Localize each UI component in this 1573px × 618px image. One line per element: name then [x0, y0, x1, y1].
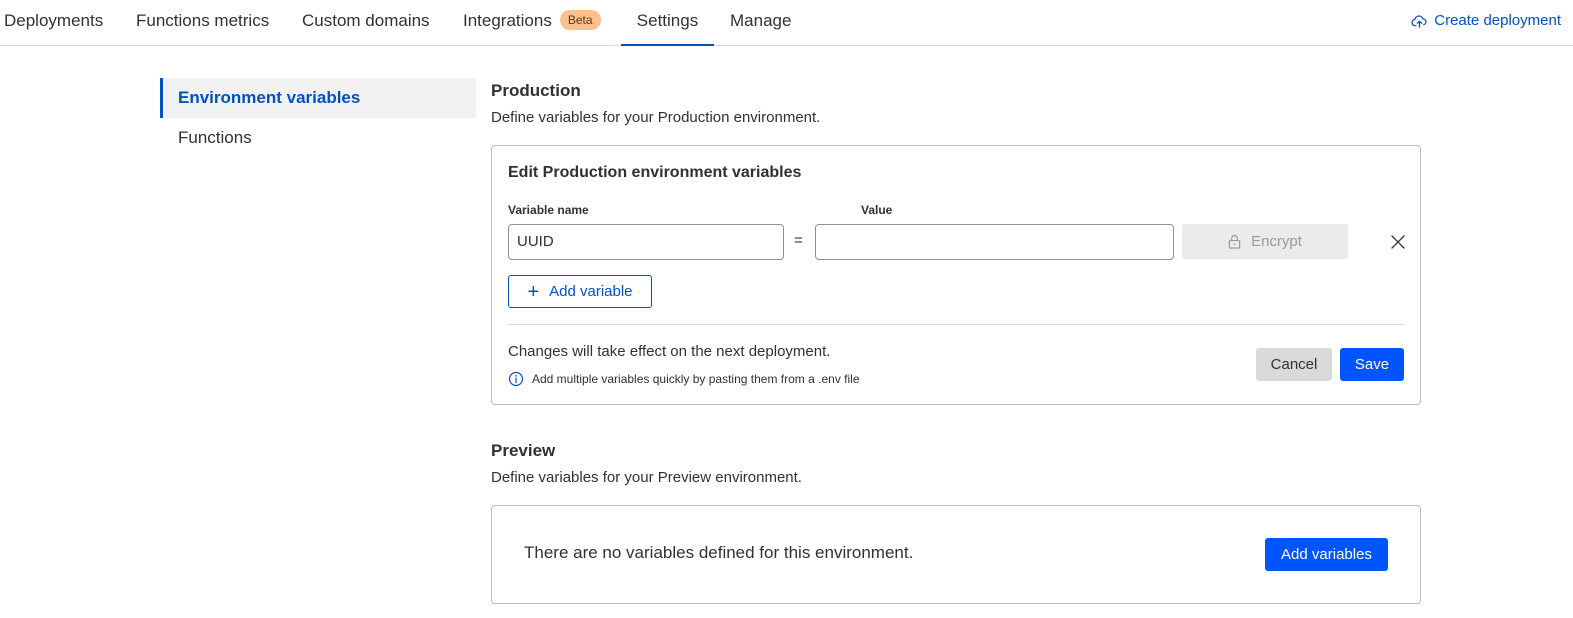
empty-state-message: There are no variables defined for this … [524, 543, 914, 562]
changes-note: Changes will take effect on the next dep… [508, 343, 831, 360]
tab-settings[interactable]: Settings [621, 0, 714, 46]
preview-variables-card: There are no variables defined for this … [491, 505, 1421, 604]
tab-manage[interactable]: Manage [730, 0, 791, 46]
equals-sign: = [794, 232, 803, 249]
top-navigation: Deployments Functions metrics Custom dom… [0, 0, 1573, 46]
card-divider [508, 324, 1404, 325]
tab-integrations-label: Integrations [463, 11, 552, 30]
close-icon[interactable] [1388, 232, 1408, 252]
info-icon [508, 371, 524, 387]
env-paste-hint: Add multiple variables quickly by pastin… [508, 371, 860, 387]
plus-icon: + [527, 280, 540, 303]
lock-icon [1228, 234, 1241, 249]
encrypt-label: Encrypt [1251, 233, 1302, 250]
save-button[interactable]: Save [1340, 348, 1404, 381]
sidebar-item-environment-variables[interactable]: Environment variables [160, 78, 476, 118]
value-label: Value [861, 203, 893, 217]
variable-name-input[interactable]: UUID [508, 224, 784, 260]
main-content: Production Define variables for your Pro… [491, 78, 1421, 604]
production-section: Production Define variables for your Pro… [491, 78, 1421, 405]
edit-card-title: Edit Production environment variables [508, 164, 802, 181]
preview-title: Preview [491, 441, 556, 460]
edit-production-card: Edit Production environment variables Va… [491, 145, 1421, 405]
production-title: Production [491, 81, 581, 100]
add-variables-button[interactable]: Add variables [1265, 538, 1388, 571]
preview-section: Preview Define variables for your Previe… [491, 438, 1421, 604]
production-description: Define variables for your Production env… [491, 109, 821, 126]
variable-value-input[interactable] [815, 224, 1174, 260]
cancel-button[interactable]: Cancel [1256, 348, 1332, 381]
sidebar-item-functions[interactable]: Functions [160, 118, 476, 158]
add-variable-label: Add variable [549, 283, 633, 300]
add-variable-button[interactable]: + Add variable [508, 275, 652, 308]
settings-sidebar: Environment variables Functions [160, 78, 476, 158]
create-deployment-link[interactable]: Create deployment [1411, 0, 1561, 42]
env-paste-hint-text: Add multiple variables quickly by pastin… [532, 372, 860, 386]
tab-deployments[interactable]: Deployments [4, 0, 103, 46]
encrypt-button[interactable]: Encrypt [1182, 224, 1348, 259]
variable-name-label: Variable name [508, 203, 589, 217]
beta-badge: Beta [559, 10, 601, 30]
cloud-upload-icon [1411, 14, 1427, 28]
preview-description: Define variables for your Preview enviro… [491, 469, 802, 486]
tab-custom-domains[interactable]: Custom domains [302, 0, 430, 46]
tab-integrations[interactable]: Integrations Beta [463, 0, 601, 46]
tab-functions-metrics[interactable]: Functions metrics [136, 0, 269, 46]
create-deployment-label: Create deployment [1434, 12, 1561, 29]
